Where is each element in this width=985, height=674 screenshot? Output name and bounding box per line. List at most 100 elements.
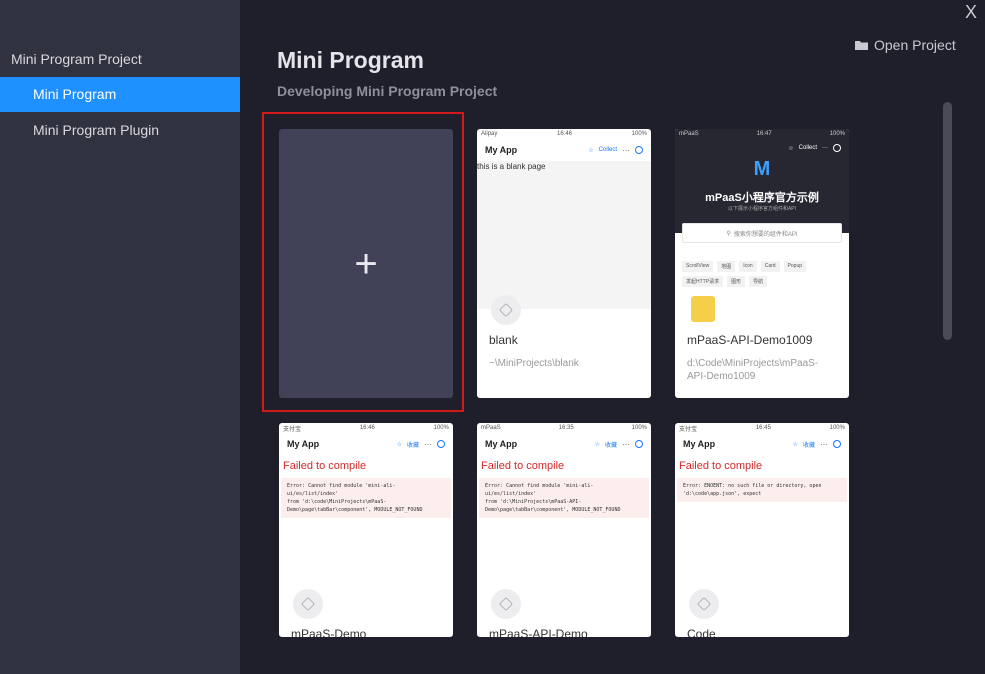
status-carrier: Alipay	[481, 131, 498, 137]
phone-status-bar: mPaaS 16:35 100%	[477, 423, 651, 433]
error-title: Failed to compile	[283, 460, 367, 472]
more-icon: ···	[820, 439, 828, 449]
close-circle-icon	[833, 440, 841, 448]
sidebar-item-mini-program-plugin[interactable]: Mini Program Plugin	[0, 113, 240, 148]
nav-title: My App	[683, 439, 716, 449]
demo-hero: mPaaS 16:47 100% ☆ Collect ··· M mPaaS小程…	[675, 129, 849, 233]
sidebar: Mini Program Project Mini Program Mini P…	[0, 0, 240, 674]
project-grid: + Alipay 16:46 100% My App ☆ Collect ···…	[262, 112, 882, 637]
new-project-card[interactable]: +	[279, 129, 453, 398]
close-circle-icon	[437, 440, 445, 448]
preview-text: this is a blank page	[477, 162, 546, 171]
more-icon: ···	[822, 145, 828, 151]
status-time: 16:46	[359, 425, 375, 431]
star-icon: ☆	[588, 147, 594, 154]
error-message: Error: ENOENT: no such file or directory…	[677, 478, 847, 502]
status-carrier: mPaaS	[481, 425, 501, 431]
search-placeholder: 搜索你想要的组件和API	[733, 231, 798, 238]
nav-collect: Collect	[598, 147, 617, 153]
star-icon: ☆	[788, 145, 794, 152]
phone-status-bar: Alipay 16:46 100%	[477, 129, 651, 139]
close-circle-icon	[635, 440, 643, 448]
project-path: ~\MiniProjects\blank	[489, 358, 579, 369]
nav-collect: 收藏	[802, 442, 815, 449]
demo-tag: 图形	[727, 276, 746, 287]
project-card-code[interactable]: 支付宝 16:45 100% My App ☆ 收藏 ··· Failed to…	[675, 423, 849, 637]
nav-title: My App	[485, 145, 518, 155]
mpaas-logo-icon: M	[753, 158, 771, 180]
app-cube-icon	[293, 589, 323, 619]
status-carrier: 支付宝	[283, 426, 302, 433]
status-battery: 100%	[433, 425, 449, 431]
phone-status-bar: 支付宝 16:46 100%	[279, 423, 453, 433]
more-icon: ···	[622, 439, 630, 449]
nav-collect: 收藏	[604, 442, 617, 449]
status-battery: 100%	[631, 425, 647, 431]
app-cube-icon	[689, 589, 719, 619]
open-project-label: Open Project	[874, 37, 956, 53]
demo-tag: 发起HTTP请求	[682, 276, 724, 287]
more-icon: ···	[424, 439, 432, 449]
error-message: Error: Cannot find module 'mini-ali-ui/e…	[281, 478, 451, 518]
project-card-mpaas-demo[interactable]: 支付宝 16:46 100% My App ☆ 收藏 ··· Failed to…	[279, 423, 453, 637]
close-circle-icon	[635, 146, 643, 154]
project-wizard-window: Mini Program Project Mini Program Mini P…	[0, 0, 985, 674]
sidebar-item-mini-program[interactable]: Mini Program	[0, 77, 240, 112]
status-battery: 100%	[829, 425, 845, 431]
project-name: mPaaS-Demo	[291, 627, 367, 637]
folder-icon	[855, 40, 868, 50]
status-time: 16:35	[558, 425, 574, 431]
hero-title: mPaaS小程序官方示例	[705, 192, 819, 204]
status-carrier: 支付宝	[679, 426, 698, 433]
phone-nav-bar: My App ☆ Collect ···	[477, 139, 651, 161]
demo-search-box: ⚲ 搜索你想要的组件和API	[682, 223, 842, 243]
nav-title: My App	[485, 439, 518, 449]
sidebar-group-label: Mini Program Project	[11, 51, 142, 67]
demo-tag: Icon	[739, 261, 757, 272]
status-time: 16:47	[756, 131, 772, 137]
page-subtitle: Developing Mini Program Project	[277, 83, 498, 99]
app-cube-icon	[491, 589, 521, 619]
project-card-mpaas-api-demo1009[interactable]: mPaaS 16:47 100% ☆ Collect ··· M mPaaS小程…	[675, 129, 849, 398]
nav-title: My App	[287, 439, 320, 449]
project-name: blank	[489, 333, 518, 347]
error-message: Error: Cannot find module 'mini-ali-ui/e…	[479, 478, 649, 518]
search-icon: ⚲	[726, 230, 731, 237]
project-name: Code	[687, 627, 716, 637]
preview-area: this is a blank page	[477, 161, 651, 309]
demo-tag: 导航	[749, 276, 768, 287]
demo-tag: Card	[760, 261, 780, 272]
status-time: 16:45	[755, 425, 771, 431]
scrollbar-thumb[interactable]	[943, 102, 952, 340]
demo-tags: ScrollView 地图 Icon Card Popup 发起HTTP请求 图…	[682, 261, 842, 287]
phone-nav-bar: My App ☆ 收藏 ···	[279, 433, 453, 455]
project-name: mPaaS-API-Demo1009	[687, 333, 813, 347]
close-icon[interactable]: X	[965, 2, 977, 23]
project-name: mPaaS-API-Demo	[489, 627, 588, 637]
nav-collect: 收藏	[406, 442, 419, 449]
star-icon: ☆	[594, 441, 600, 448]
hero-subtitle: 以下展示小程序官方组件和API	[727, 206, 797, 212]
status-time: 16:46	[556, 131, 572, 137]
phone-status-bar: 支付宝 16:45 100%	[675, 423, 849, 433]
phone-nav-bar: My App ☆ 收藏 ···	[675, 433, 849, 455]
demo-tag: Popup	[783, 261, 807, 272]
error-title: Failed to compile	[481, 460, 565, 472]
folder-icon	[691, 296, 715, 322]
error-title: Failed to compile	[679, 460, 763, 472]
status-battery: 100%	[631, 131, 647, 137]
project-card-blank[interactable]: Alipay 16:46 100% My App ☆ Collect ··· t…	[477, 129, 651, 398]
page-title: Mini Program	[277, 47, 424, 73]
project-card-mpaas-api-demo[interactable]: mPaaS 16:35 100% My App ☆ 收藏 ··· Failed …	[477, 423, 651, 637]
project-path: d:\Code\MiniProjects\mPaaS-API-Demo1009	[687, 358, 819, 382]
plus-icon: +	[354, 241, 378, 286]
status-carrier: mPaaS	[679, 131, 699, 137]
demo-tag: 地图	[717, 261, 736, 272]
status-battery: 100%	[829, 131, 845, 137]
nav-collect: Collect	[798, 145, 817, 151]
open-project-button[interactable]: Open Project	[855, 37, 956, 53]
star-icon: ☆	[396, 441, 402, 448]
phone-nav-bar: My App ☆ 收藏 ···	[477, 433, 651, 455]
app-cube-icon	[491, 295, 521, 325]
demo-tag: ScrollView	[682, 261, 714, 272]
